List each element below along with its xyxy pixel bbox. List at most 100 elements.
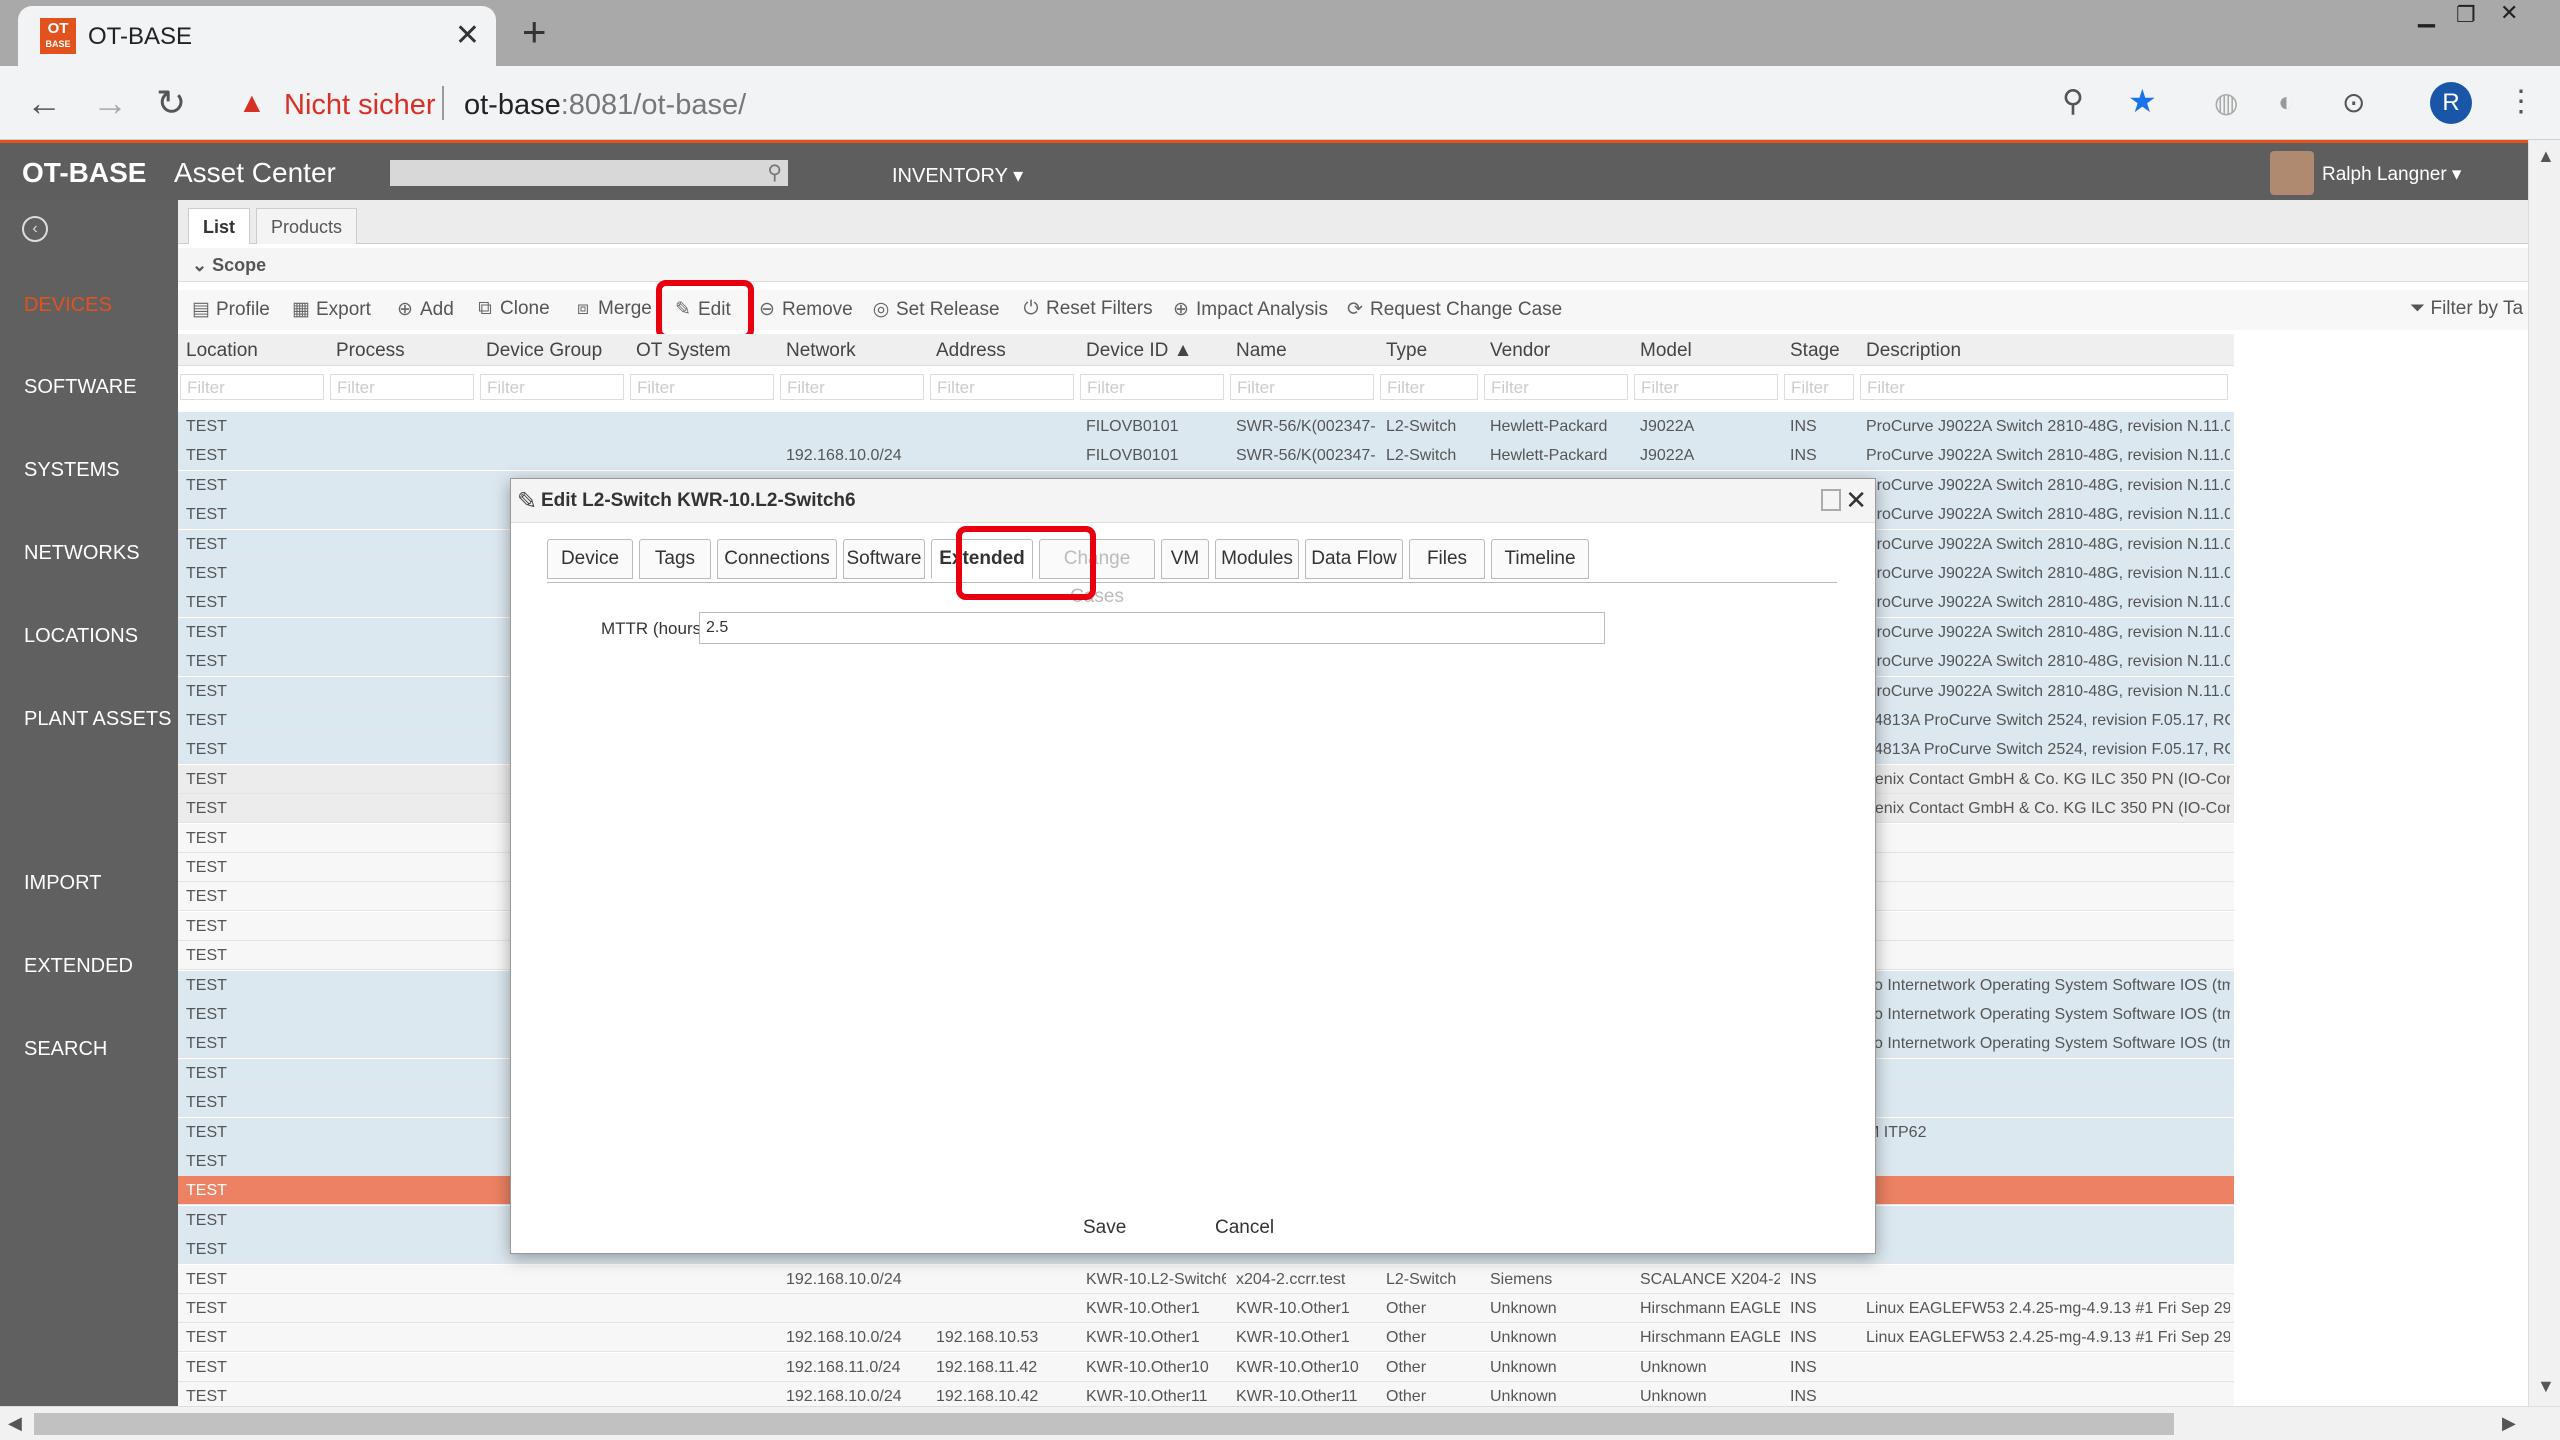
sidebar-item-systems[interactable]: SYSTEMS xyxy=(24,459,120,482)
column-header-address[interactable]: Address xyxy=(936,340,1006,362)
horizontal-scroll-thumb[interactable] xyxy=(34,1413,2174,1435)
maximize-dialog-icon[interactable] xyxy=(1821,489,1841,511)
filter-input-vendor[interactable]: Filter xyxy=(1484,374,1628,400)
filter-input-type[interactable]: Filter xyxy=(1380,374,1478,400)
dialog-titlebar[interactable]: ✎ Edit L2-Switch KWR-10.L2-Switch6 ✕ xyxy=(511,479,1875,523)
filter-input-ot-system[interactable]: Filter xyxy=(630,374,774,400)
dialog-tab-vm[interactable]: VM xyxy=(1161,539,1209,579)
forward-icon[interactable]: → xyxy=(92,82,128,124)
dialog-tab-software[interactable]: Software xyxy=(843,539,925,579)
scroll-right-icon[interactable]: ▶ xyxy=(2502,1413,2516,1434)
sidebar-item-import[interactable]: IMPORT xyxy=(24,872,101,895)
address-bar[interactable]: ▲ Nicht sicher ot-base:8081/ot-base/ xyxy=(218,76,2154,130)
dialog-tab-files[interactable]: Files xyxy=(1409,539,1485,579)
scroll-down-icon[interactable]: ▼ xyxy=(2537,1376,2555,1397)
tab-products[interactable]: Products xyxy=(256,208,358,244)
sidebar-item-networks[interactable]: NETWORKS xyxy=(24,542,140,565)
close-window-icon[interactable]: ✕ xyxy=(2500,0,2518,26)
sidebar-item-plant-assets[interactable]: PLANT ASSETS xyxy=(24,708,171,731)
user-menu[interactable]: Ralph Langner ▾ xyxy=(2322,163,2461,186)
dialog-tab-connections[interactable]: Connections xyxy=(717,539,837,579)
app-brand[interactable]: OT-BASE xyxy=(22,157,146,189)
zoom-icon[interactable]: ⚲ xyxy=(2062,84,2084,119)
cancel-button[interactable]: Cancel xyxy=(1215,1217,1274,1239)
filter-input-location[interactable]: Filter xyxy=(180,374,324,400)
extension-u-icon[interactable]: ◍ xyxy=(2214,86,2238,119)
browser-tab[interactable]: OT BASE OT-BASE ✕ xyxy=(18,6,496,66)
save-button[interactable]: Save xyxy=(1083,1217,1126,1239)
global-search-input[interactable]: ⚲ xyxy=(390,160,788,186)
not-secure-label[interactable]: Nicht sicher xyxy=(284,89,436,122)
filter-by-tags-button[interactable]: ⏷ Filter by Ta xyxy=(2410,298,2523,320)
table-row[interactable]: TEST 192.168.10.0/24 FILOVB0101 SWR-56/K(00… xyxy=(178,441,2234,471)
table-row[interactable]: TEST 192.168.10.0/24 192.168.10.53 KWR-10.O… xyxy=(178,1323,2234,1353)
dialog-tab-device[interactable]: Device xyxy=(547,539,633,579)
profile-avatar[interactable]: R xyxy=(2430,82,2472,124)
column-header-vendor[interactable]: Vendor xyxy=(1490,340,1550,362)
bookmark-star-icon[interactable]: ★ xyxy=(2128,82,2157,120)
filter-input-device-id[interactable]: Filter xyxy=(1080,374,1224,400)
close-tab-icon[interactable]: ✕ xyxy=(455,18,480,53)
filter-input-name[interactable]: Filter xyxy=(1230,374,1374,400)
table-row[interactable]: TEST KWR-10.Other1 KWR-10.Other1 Other Unkno… xyxy=(178,1294,2234,1323)
column-header-device-id[interactable]: Device ID ▲ xyxy=(1086,340,1192,362)
merge-button[interactable]: ⧈ Merge xyxy=(572,298,652,320)
sidebar-item-software[interactable]: SOFTWARE xyxy=(24,376,137,399)
set-release-button[interactable]: ◎ Set Release xyxy=(870,298,1000,321)
filter-input-description[interactable]: Filter xyxy=(1860,374,2228,400)
restore-window-icon[interactable]: ❐ xyxy=(2456,2,2476,28)
reload-icon[interactable]: ↻ xyxy=(156,82,186,124)
inventory-menu[interactable]: INVENTORY ▾ xyxy=(892,163,1023,188)
sidebar-item-extended[interactable]: EXTENDED xyxy=(24,955,133,978)
collapse-sidebar-icon[interactable]: ‹ xyxy=(22,216,48,242)
mttr-hours-input[interactable] xyxy=(699,612,1605,644)
filter-input-address[interactable]: Filter xyxy=(930,374,1074,400)
url-text[interactable]: ot-base:8081/ot-base/ xyxy=(464,89,746,122)
table-row[interactable]: TEST FILOVB0101 SWR-56/K(002347-1(L2-Switc… xyxy=(178,412,2234,441)
export-button[interactable]: ▦ Export xyxy=(290,298,371,321)
column-header-description[interactable]: Description xyxy=(1866,340,1961,362)
sidebar-item-locations[interactable]: LOCATIONS xyxy=(24,625,138,648)
filter-input-device-group[interactable]: Filter xyxy=(480,374,624,400)
scroll-up-icon[interactable]: ▲ xyxy=(2537,146,2555,167)
column-header-model[interactable]: Model xyxy=(1640,340,1692,362)
scope-panel[interactable]: ⌄ Scope xyxy=(178,248,2528,282)
new-tab-button[interactable]: + xyxy=(522,8,547,56)
back-icon[interactable]: ← xyxy=(26,82,62,124)
table-row[interactable]: TEST 192.168.11.0/24 192.168.11.42 KWR-10.O… xyxy=(178,1352,2234,1382)
sidebar-item-devices[interactable]: DEVICES xyxy=(24,294,112,317)
filter-input-model[interactable]: Filter xyxy=(1634,374,1778,400)
column-header-network[interactable]: Network xyxy=(786,340,856,362)
impact-analysis-button[interactable]: ⊕ Impact Analysis xyxy=(1170,298,1328,321)
dialog-tab-tags[interactable]: Tags xyxy=(639,539,711,579)
extension-circle-icon[interactable]: ◐ xyxy=(2278,86,2295,118)
column-header-ot-system[interactable]: OT System xyxy=(636,340,731,362)
add-button[interactable]: ⊕ Add xyxy=(394,298,454,321)
column-header-name[interactable]: Name xyxy=(1236,340,1287,362)
vertical-scrollbar[interactable]: ▲ ▼ xyxy=(2528,140,2560,1406)
reset-filters-button[interactable]: ⏻ Reset Filters xyxy=(1020,298,1152,320)
filter-input-network[interactable]: Filter xyxy=(780,374,924,400)
horizontal-scrollbar[interactable]: ◀ ▶ xyxy=(0,1406,2560,1440)
search-icon[interactable]: ⚲ xyxy=(767,160,782,185)
menu-dots-icon[interactable]: ⋮ xyxy=(2506,84,2536,119)
dialog-tab-modules[interactable]: Modules xyxy=(1215,539,1299,579)
column-header-device-group[interactable]: Device Group xyxy=(486,340,602,362)
table-row[interactable]: TEST 192.168.10.0/24 KWR-10.L2-Switch6 x204… xyxy=(178,1264,2234,1294)
column-header-stage[interactable]: Stage xyxy=(1790,340,1840,362)
dialog-tab-timeline[interactable]: Timeline xyxy=(1491,539,1589,579)
sidebar-item-search[interactable]: SEARCH xyxy=(24,1038,107,1061)
request-change-case-button[interactable]: ⟳ Request Change Case xyxy=(1344,298,1562,321)
close-dialog-icon[interactable]: ✕ xyxy=(1845,485,1867,516)
column-header-process[interactable]: Process xyxy=(336,340,405,362)
column-header-type[interactable]: Type xyxy=(1386,340,1427,362)
dialog-tab-data-flow[interactable]: Data Flow xyxy=(1305,539,1403,579)
extension-code-icon[interactable]: ⊙ xyxy=(2342,86,2365,119)
minimize-window-icon[interactable]: ▁ xyxy=(2418,2,2435,28)
filter-input-stage[interactable]: Filter xyxy=(1784,374,1854,400)
tab-list[interactable]: List xyxy=(188,208,251,244)
remove-button[interactable]: ⊖ Remove xyxy=(756,298,853,321)
profile-button[interactable]: ▤ Profile xyxy=(190,298,270,321)
filter-input-process[interactable]: Filter xyxy=(330,374,474,400)
column-header-location[interactable]: Location xyxy=(186,340,258,362)
